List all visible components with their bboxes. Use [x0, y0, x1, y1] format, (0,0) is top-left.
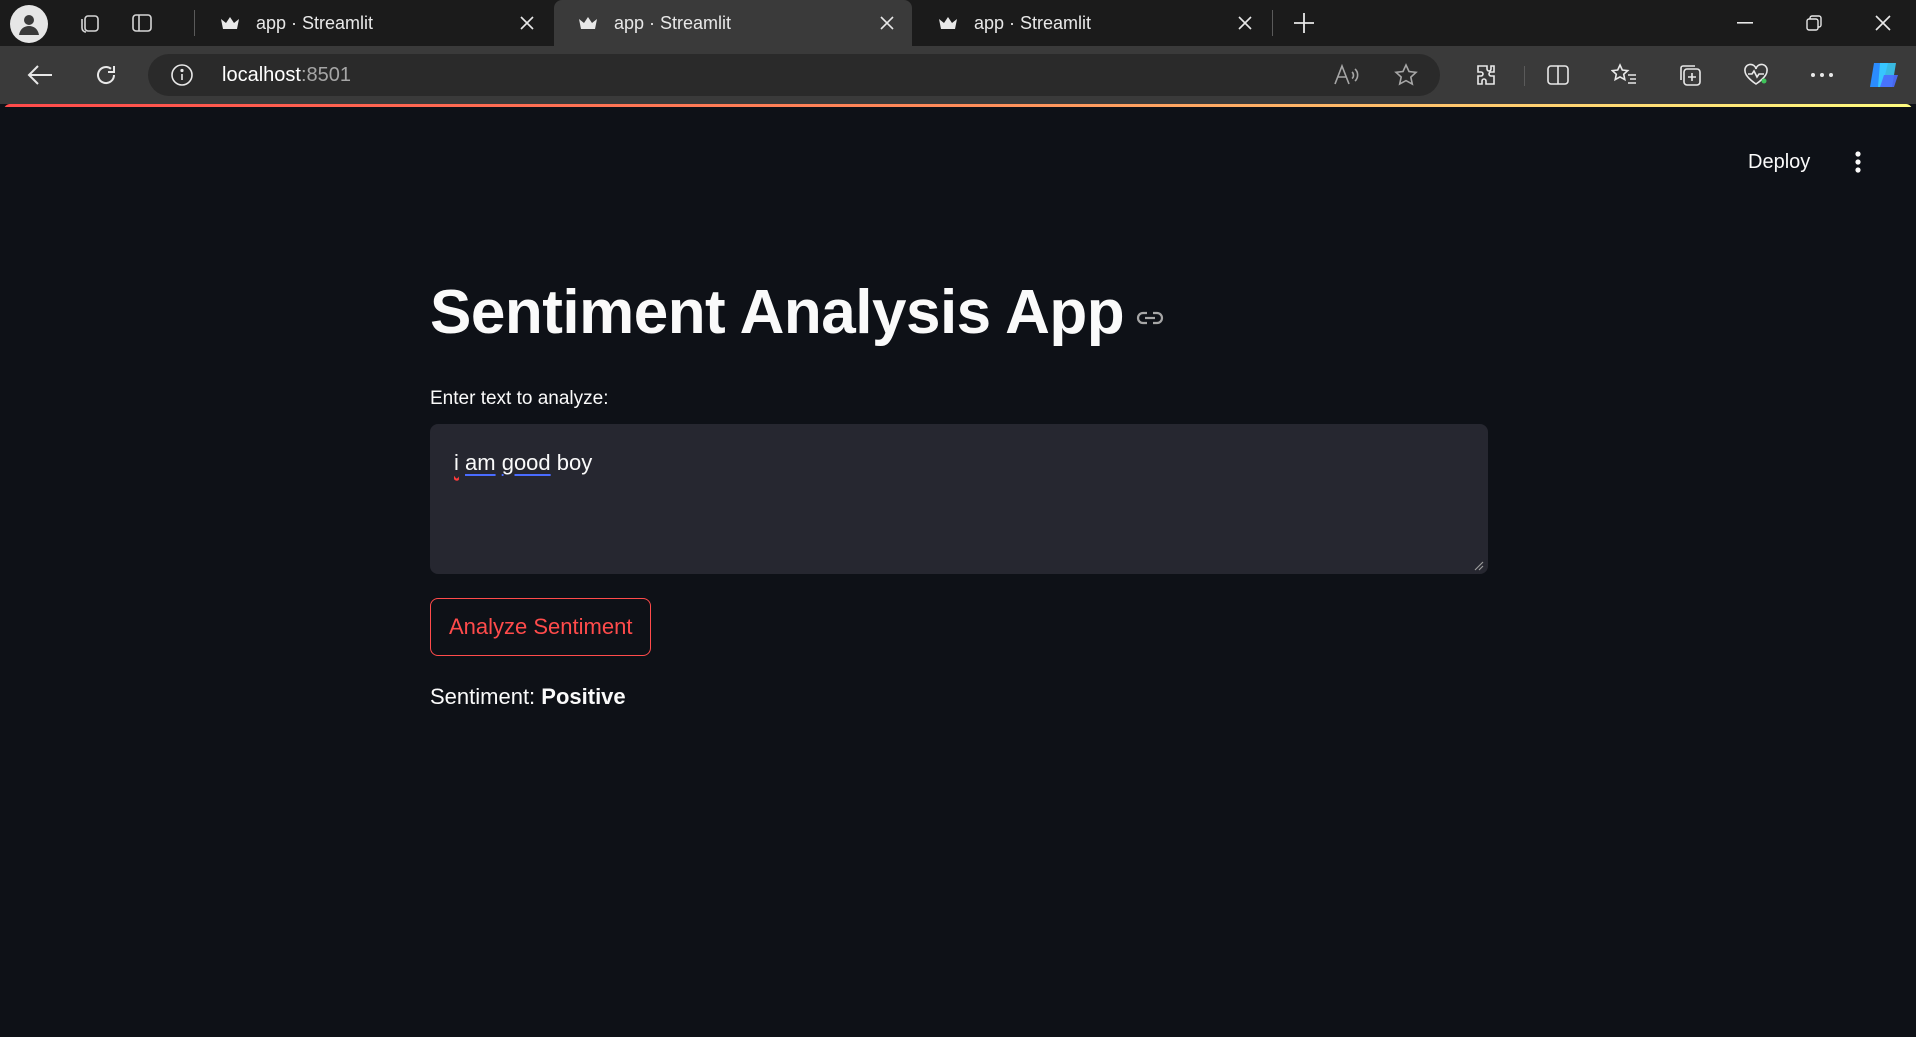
more-options-ellipsis-icon[interactable] — [1802, 56, 1842, 94]
link-anchor-icon[interactable] — [1136, 310, 1164, 326]
browser-tab-1[interactable]: app · Streamlit — [196, 0, 552, 46]
analyze-sentiment-button[interactable]: Analyze Sentiment — [430, 598, 652, 656]
close-tab-icon[interactable] — [876, 12, 898, 34]
resize-handle-icon[interactable] — [1472, 558, 1484, 571]
split-screen-icon[interactable] — [1538, 56, 1578, 94]
close-window-icon[interactable] — [1850, 0, 1916, 46]
close-tab-icon[interactable] — [1234, 12, 1256, 34]
browser-tab-strip: app · Streamlit app · Streamlit app · St… — [0, 0, 1916, 46]
refresh-icon[interactable] — [86, 56, 126, 94]
text-area-label: Enter text to analyze: — [430, 388, 609, 409]
streamlit-decoration-bar — [4, 104, 1912, 107]
minimize-icon[interactable] — [1712, 0, 1778, 46]
result-value: Positive — [541, 684, 626, 709]
input-word: good — [501, 450, 551, 475]
text-area-value[interactable]: i am good boy — [454, 450, 592, 476]
workspaces-icon[interactable] — [72, 6, 108, 40]
url-text: localhost:8501 — [222, 64, 351, 87]
browser-tab-2-active[interactable]: app · Streamlit — [554, 0, 912, 46]
toolbar-divider — [1524, 66, 1525, 86]
browser-essentials-heart-icon[interactable] — [1736, 56, 1776, 94]
tab-title: app · Streamlit — [974, 12, 1092, 33]
text-input-area[interactable]: i am good boy — [430, 424, 1488, 574]
url-port: :8501 — [300, 64, 351, 86]
tab-actions-icon[interactable] — [124, 6, 160, 40]
new-tab-plus-icon[interactable] — [1286, 6, 1322, 40]
page-title: Sentiment Analysis App — [430, 278, 1125, 347]
main-menu-kebab-icon[interactable] — [1840, 144, 1876, 180]
copilot-icon[interactable] — [1864, 56, 1904, 94]
browser-toolbar: localhost:8501 — [0, 46, 1916, 104]
favorites-list-icon[interactable] — [1604, 56, 1644, 94]
address-bar[interactable]: localhost:8501 — [148, 54, 1440, 96]
favorite-star-icon[interactable] — [1392, 62, 1420, 88]
tab-title: app · Streamlit — [256, 12, 374, 33]
read-aloud-icon[interactable] — [1332, 62, 1360, 88]
back-arrow-icon[interactable] — [20, 56, 60, 94]
restore-icon[interactable] — [1781, 0, 1847, 46]
streamlit-favicon-icon — [220, 13, 240, 33]
result-prefix: Sentiment: — [430, 684, 542, 709]
tab-divider — [194, 10, 195, 36]
close-tab-icon[interactable] — [516, 12, 538, 34]
input-word: am — [465, 450, 496, 475]
streamlit-favicon-icon — [578, 13, 598, 33]
title-row: Sentiment Analysis App — [430, 282, 1164, 344]
extensions-icon[interactable] — [1466, 56, 1506, 94]
streamlit-app-viewport: Deploy Sentiment Analysis App Enter text… — [4, 104, 1912, 1037]
sentiment-result: Sentiment: Positive — [430, 684, 626, 710]
browser-tab-3[interactable]: app · Streamlit — [914, 0, 1270, 46]
url-host: localhost — [222, 64, 301, 86]
tab-title: app · Streamlit — [614, 12, 732, 33]
streamlit-favicon-icon — [938, 13, 958, 33]
input-word: i — [454, 450, 459, 475]
input-word: boy — [556, 450, 593, 475]
deploy-button[interactable]: Deploy — [1738, 144, 1820, 180]
site-info-icon[interactable] — [170, 63, 194, 87]
tab-divider — [1272, 10, 1273, 36]
profile-avatar-icon[interactable] — [10, 5, 48, 43]
collections-icon[interactable] — [1670, 56, 1710, 94]
